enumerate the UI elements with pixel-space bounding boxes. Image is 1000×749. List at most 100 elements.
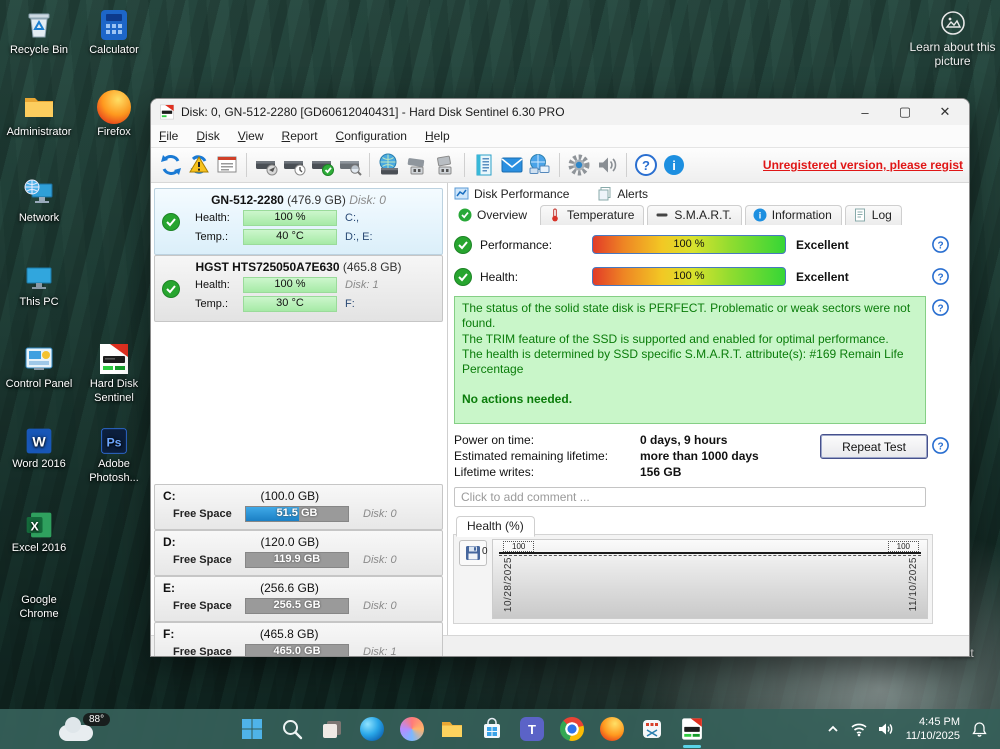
titlebar[interactable]: Disk: 0, GN-512-2280 [GD60612040431] - H…	[151, 99, 969, 125]
help-icon[interactable]: ?	[932, 437, 949, 454]
repeat-test-button[interactable]: Repeat Test	[820, 434, 928, 459]
notepad-icon[interactable]	[470, 151, 498, 179]
partition-item-e[interactable]: E:(256.6 GB) Free Space 256.5 GB Disk: 0	[154, 576, 443, 622]
refresh-icon[interactable]	[157, 151, 185, 179]
disk-test-icon[interactable]	[252, 151, 280, 179]
point-label-right: 100	[888, 541, 919, 552]
tab-disk-performance[interactable]: Disk Performance	[454, 186, 569, 201]
partition-item-d[interactable]: D:(120.0 GB) Free Space 119.9 GB Disk: 0	[154, 530, 443, 576]
disk-ok-icon[interactable]	[308, 151, 336, 179]
partition-letter: E:	[163, 581, 175, 595]
unregistered-notice[interactable]: Unregistered version, please regist	[763, 158, 963, 172]
taskbar-clock[interactable]: 4:45 PM 11/10/2025	[906, 715, 960, 744]
temperature-badge: 88°	[83, 713, 110, 726]
info-circle-icon: i	[753, 208, 767, 222]
help-icon[interactable]: ?	[632, 151, 660, 179]
menu-report[interactable]: Report	[282, 129, 318, 143]
snipping-tool-icon[interactable]	[632, 709, 672, 749]
file-explorer-icon[interactable]	[432, 709, 472, 749]
desktop-icon-recycle-bin[interactable]: Recycle Bin	[2, 8, 76, 58]
edge-browser-icon[interactable]	[352, 709, 392, 749]
disk-item-1[interactable]: HGST HTS725050A7E630 (465.8 GB) Health:1…	[154, 255, 443, 322]
tab-information[interactable]: iInformation	[745, 205, 842, 225]
learn-about-label: Learn about this picture	[909, 40, 995, 68]
notification-bell-icon[interactable]	[966, 709, 992, 749]
menu-help[interactable]: Help	[425, 129, 450, 143]
store-icon[interactable]	[472, 709, 512, 749]
start-button[interactable]	[232, 709, 272, 749]
desktop-icon-label: Word 2016	[12, 458, 66, 470]
desktop-icon-control-panel[interactable]: Control Panel	[2, 342, 76, 392]
disk-search-icon[interactable]	[336, 151, 364, 179]
desktop-icon-excel[interactable]: X Excel 2016	[2, 510, 76, 556]
tab-smart[interactable]: S.M.A.R.T.	[647, 205, 741, 225]
wifi-icon[interactable]	[846, 709, 872, 749]
copilot-icon[interactable]	[392, 709, 432, 749]
maximize-button[interactable]: ▢	[885, 100, 925, 124]
health-chart-tab[interactable]: Health (%)	[456, 516, 535, 537]
tab-overview[interactable]: Overview	[450, 205, 537, 225]
desktop-icon-this-pc[interactable]: This PC	[2, 260, 76, 310]
menu-disk[interactable]: Disk	[196, 129, 219, 143]
hard-disk-sentinel-taskbar-icon[interactable]	[672, 709, 712, 749]
partition-item-c[interactable]: C:(100.0 GB) Free Space 51.5 GB Disk: 0	[154, 484, 443, 530]
free-space-bar: 465.0 GB	[245, 644, 349, 657]
tray-chevron-icon[interactable]	[820, 709, 846, 749]
disk-item-0[interactable]: GN-512-2280 (476.9 GB) Disk: 0 Health:10…	[154, 188, 443, 255]
tab-alerts[interactable]: Alerts	[597, 186, 648, 201]
performance-bar: 100 %	[592, 235, 786, 254]
firefox-taskbar-icon[interactable]	[592, 709, 632, 749]
sound-icon[interactable]	[593, 151, 621, 179]
partition-letter: D:	[163, 535, 176, 549]
help-icon[interactable]: ?	[932, 268, 949, 285]
status-line: The status of the solid state disk is PE…	[462, 301, 918, 332]
desktop-icon-chrome[interactable]: Google Chrome	[2, 594, 76, 622]
toolbar-separator	[559, 153, 560, 177]
desktop-icon-photoshop[interactable]: Ps Adobe Photosh...	[77, 426, 151, 486]
close-button[interactable]: ✕	[925, 100, 965, 124]
chrome-taskbar-icon[interactable]	[552, 709, 592, 749]
comment-input[interactable]	[454, 487, 926, 507]
disk-number: Disk: 1	[345, 279, 379, 291]
minimize-button[interactable]: –	[845, 100, 885, 124]
usb-connect-icon[interactable]	[403, 151, 431, 179]
settings-gear-icon[interactable]	[565, 151, 593, 179]
help-icon[interactable]: ?	[932, 299, 949, 316]
task-view-button[interactable]	[312, 709, 352, 749]
mail-icon[interactable]	[498, 151, 526, 179]
menu-file[interactable]: File	[159, 129, 178, 143]
help-icon[interactable]: ?	[932, 236, 949, 253]
tab-log[interactable]: Log	[845, 205, 902, 225]
report-window-icon[interactable]	[213, 151, 241, 179]
disk-title: GN-512-2280 (476.9 GB) Disk: 0	[155, 193, 442, 207]
drive-letters: C:,	[345, 212, 359, 224]
search-button[interactable]	[272, 709, 312, 749]
menu-configuration[interactable]: Configuration	[336, 129, 407, 143]
desktop: Recycle Bin Calculator Administrator Fir…	[0, 0, 1000, 749]
menu-view[interactable]: View	[238, 129, 264, 143]
desktop-icon-administrator[interactable]: Administrator	[2, 90, 76, 140]
toolbar: ? i Unregistered version, please regist	[151, 148, 969, 183]
control-panel-icon	[22, 342, 56, 376]
disk-schedule-icon[interactable]	[280, 151, 308, 179]
health-chart-plot[interactable]: 0 100 100 10/28/2025 11/10/2025	[492, 539, 928, 619]
usb-eject-icon[interactable]	[431, 151, 459, 179]
desktop-icon-calculator[interactable]: Calculator	[77, 8, 151, 58]
tab-temperature[interactable]: Temperature	[540, 205, 644, 225]
volume-icon[interactable]	[872, 709, 898, 749]
network-share-icon[interactable]	[526, 151, 554, 179]
teams-icon[interactable]: T	[512, 709, 552, 749]
svg-text:W: W	[32, 433, 46, 449]
weather-widget[interactable]: 88°	[55, 713, 125, 747]
desktop-icon-firefox[interactable]: Firefox	[77, 90, 151, 140]
partition-item-f[interactable]: F:(465.8 GB) Free Space 465.0 GB Disk: 1	[154, 622, 443, 657]
snipping-icon	[640, 717, 664, 741]
desktop-icon-word[interactable]: W Word 2016	[2, 426, 76, 472]
performance-rating: Excellent	[796, 238, 849, 252]
network-drive-icon[interactable]	[375, 151, 403, 179]
info-icon[interactable]: i	[660, 151, 688, 179]
learn-about-picture[interactable]: Learn about this picture	[905, 10, 1000, 68]
desktop-icon-network[interactable]: Network	[2, 176, 76, 226]
analyse-warning-icon[interactable]	[185, 151, 213, 179]
desktop-icon-hard-disk-sentinel[interactable]: Hard Disk Sentinel	[77, 342, 151, 406]
